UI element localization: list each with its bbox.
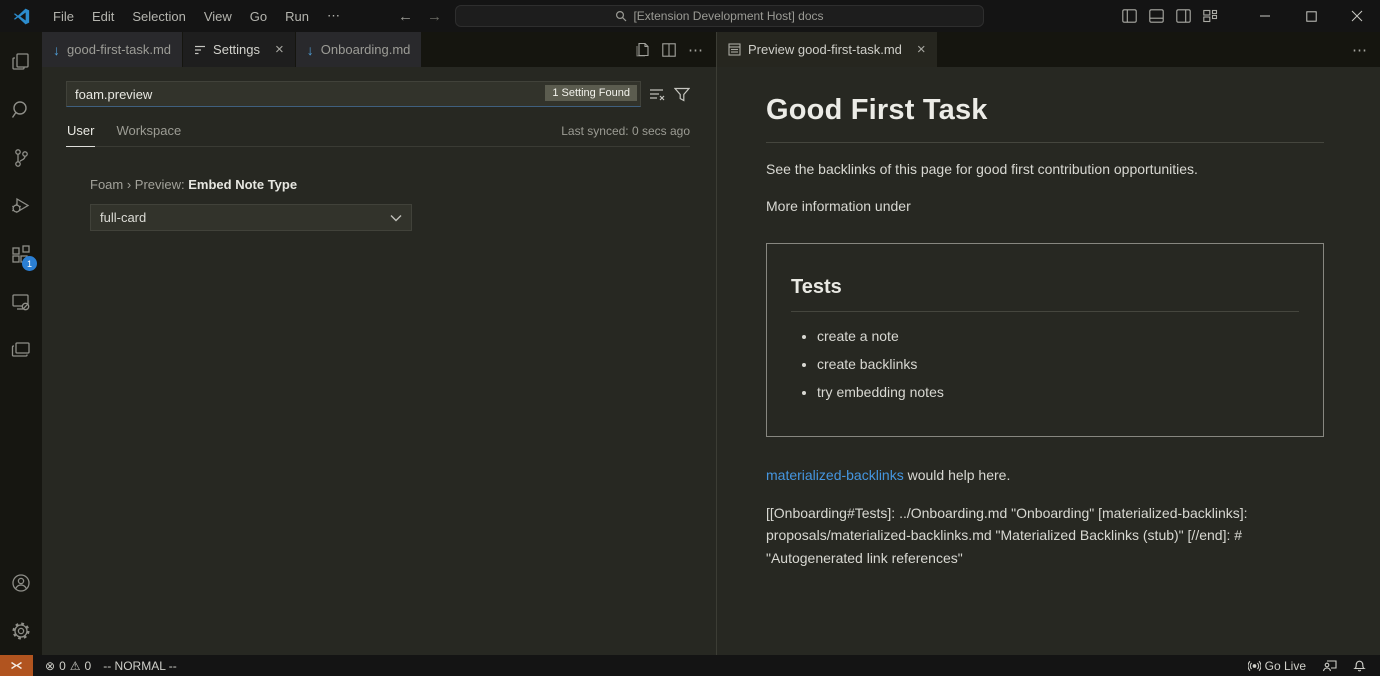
tab-label: good-first-task.md — [67, 42, 171, 57]
close-tab-icon[interactable]: × — [275, 42, 284, 57]
menu-more[interactable]: ⋯ — [318, 4, 350, 28]
editor-group-left: ↓ good-first-task.md Settings × ↓ Onboar… — [42, 32, 716, 655]
run-debug-icon[interactable] — [0, 182, 42, 230]
tab-label: Onboarding.md — [321, 42, 411, 57]
settings-scope-tabs: User Workspace Last synced: 0 secs ago — [66, 117, 690, 147]
settings-gear-icon[interactable] — [0, 607, 42, 655]
go-live-button[interactable]: Go Live — [1242, 655, 1312, 676]
last-synced-label: Last synced: 0 secs ago — [561, 124, 690, 146]
minimize-button[interactable] — [1242, 0, 1288, 32]
error-icon: ⊗ — [45, 659, 55, 673]
explorer-icon[interactable] — [0, 38, 42, 86]
command-center-label: [Extension Development Host] docs — [633, 9, 823, 23]
setting-label: Foam › Preview: Embed Note Type — [90, 177, 690, 192]
nav-back-icon[interactable]: ← — [398, 8, 413, 25]
chevron-down-icon — [390, 214, 402, 222]
scope-tab-workspace[interactable]: Workspace — [115, 117, 182, 146]
search-view-icon[interactable] — [0, 86, 42, 134]
customize-layout-icon[interactable] — [1197, 0, 1224, 32]
markdown-file-icon: ↓ — [53, 43, 60, 57]
maximize-button[interactable] — [1288, 0, 1334, 32]
settings-search: 1 Setting Found — [66, 81, 641, 107]
vscode-logo-icon — [12, 7, 30, 25]
activity-bar: 1 — [0, 32, 42, 655]
setting-item-embed-note-type: Foam › Preview: Embed Note Type full-car… — [66, 177, 690, 231]
settings-result-badge: 1 Setting Found — [545, 85, 637, 101]
preview-paragraph: materialized-backlinks would help here. — [766, 465, 1324, 486]
preview-paragraph: More information under — [766, 196, 1324, 217]
menu-go[interactable]: Go — [241, 4, 276, 28]
more-actions-icon[interactable]: ⋯ — [688, 41, 704, 59]
split-editor-icon[interactable] — [662, 43, 676, 57]
embedded-note-list: create a note create backlinks try embed… — [791, 326, 1299, 403]
list-item: create backlinks — [817, 354, 1299, 375]
menu-run[interactable]: Run — [276, 4, 318, 28]
list-item: create a note — [817, 326, 1299, 347]
menu-file[interactable]: File — [44, 4, 83, 28]
window-controls — [1116, 0, 1380, 32]
warning-icon: ⚠ — [70, 659, 81, 673]
menu-edit[interactable]: Edit — [83, 4, 123, 28]
command-center-search[interactable]: [Extension Development Host] docs — [455, 5, 984, 27]
vscode-window: File Edit Selection View Go Run ⋯ ← → [E… — [0, 0, 1380, 676]
embedded-note-title: Tests — [791, 272, 1299, 312]
preview-paragraph: See the backlinks of this page for good … — [766, 159, 1324, 180]
toggle-panel-icon[interactable] — [1143, 0, 1170, 32]
feedback-icon[interactable] — [1316, 655, 1343, 676]
go-live-label: Go Live — [1265, 659, 1306, 673]
windows-view-icon[interactable] — [0, 326, 42, 374]
nav-forward-icon[interactable]: → — [427, 8, 442, 25]
settings-editor: 1 Setting Found User Workspace Last — [42, 67, 716, 231]
markdown-preview-pane: Good First Task See the backlinks of thi… — [717, 67, 1380, 586]
error-count: 0 — [59, 659, 66, 673]
source-control-icon[interactable] — [0, 134, 42, 182]
filter-settings-icon[interactable] — [674, 87, 690, 102]
markdown-file-icon: ↓ — [307, 43, 314, 57]
tab-preview-good-first-task[interactable]: Preview good-first-task.md × — [717, 32, 938, 67]
setting-name: Embed Note Type — [188, 177, 297, 192]
tab-strip-left: ↓ good-first-task.md Settings × ↓ Onboar… — [42, 32, 716, 67]
toggle-primary-sidebar-icon[interactable] — [1116, 0, 1143, 32]
tab-onboarding[interactable]: ↓ Onboarding.md — [296, 32, 423, 67]
materialized-backlinks-link[interactable]: materialized-backlinks — [766, 467, 904, 483]
tab-label: Settings — [213, 42, 260, 57]
link-references-text: [[Onboarding#Tests]: ../Onboarding.md "O… — [766, 502, 1271, 570]
tab-label: Preview good-first-task.md — [748, 42, 902, 57]
embed-note-type-dropdown[interactable]: full-card — [90, 204, 412, 231]
remote-explorer-icon[interactable] — [0, 278, 42, 326]
tab-good-first-task[interactable]: ↓ good-first-task.md — [42, 32, 183, 67]
settings-editor-icon — [194, 44, 206, 56]
list-item: try embedding notes — [817, 382, 1299, 403]
extensions-icon[interactable]: 1 — [0, 230, 42, 278]
remote-indicator[interactable] — [0, 655, 33, 676]
warning-count: 0 — [85, 659, 92, 673]
title-bar: File Edit Selection View Go Run ⋯ ← → [E… — [0, 0, 1380, 32]
toggle-secondary-sidebar-icon[interactable] — [1170, 0, 1197, 32]
embedded-note-card: Tests create a note create backlinks try… — [766, 243, 1324, 437]
vim-mode-status[interactable]: -- NORMAL -- — [97, 655, 183, 676]
dropdown-value: full-card — [100, 210, 146, 225]
tab-strip-right: Preview good-first-task.md × ⋯ — [717, 32, 1380, 67]
scope-tab-user[interactable]: User — [66, 117, 95, 147]
setting-category: Foam › Preview: — [90, 177, 188, 192]
close-tab-icon[interactable]: × — [917, 42, 926, 57]
link-suffix-text: would help here. — [904, 467, 1011, 483]
search-icon — [615, 10, 627, 22]
account-icon[interactable] — [0, 559, 42, 607]
more-actions-icon[interactable]: ⋯ — [1352, 41, 1368, 59]
extensions-badge: 1 — [22, 256, 37, 271]
menu-view[interactable]: View — [195, 4, 241, 28]
notifications-bell-icon[interactable] — [1347, 655, 1372, 676]
tab-settings[interactable]: Settings × — [183, 32, 296, 67]
markdown-preview-icon — [728, 43, 741, 56]
status-bar: ⊗ 0 ⚠ 0 -- NORMAL -- Go Live — [0, 655, 1380, 676]
close-window-button[interactable] — [1334, 0, 1380, 32]
broadcast-icon — [1248, 660, 1261, 672]
preview-title: Good First Task — [766, 89, 1324, 143]
problems-status[interactable]: ⊗ 0 ⚠ 0 — [39, 655, 97, 676]
clear-settings-search-icon[interactable] — [649, 87, 665, 101]
open-settings-json-icon[interactable] — [635, 42, 650, 57]
menu-selection[interactable]: Selection — [123, 4, 194, 28]
editor-group-right: Preview good-first-task.md × ⋯ Good Firs… — [717, 32, 1380, 655]
